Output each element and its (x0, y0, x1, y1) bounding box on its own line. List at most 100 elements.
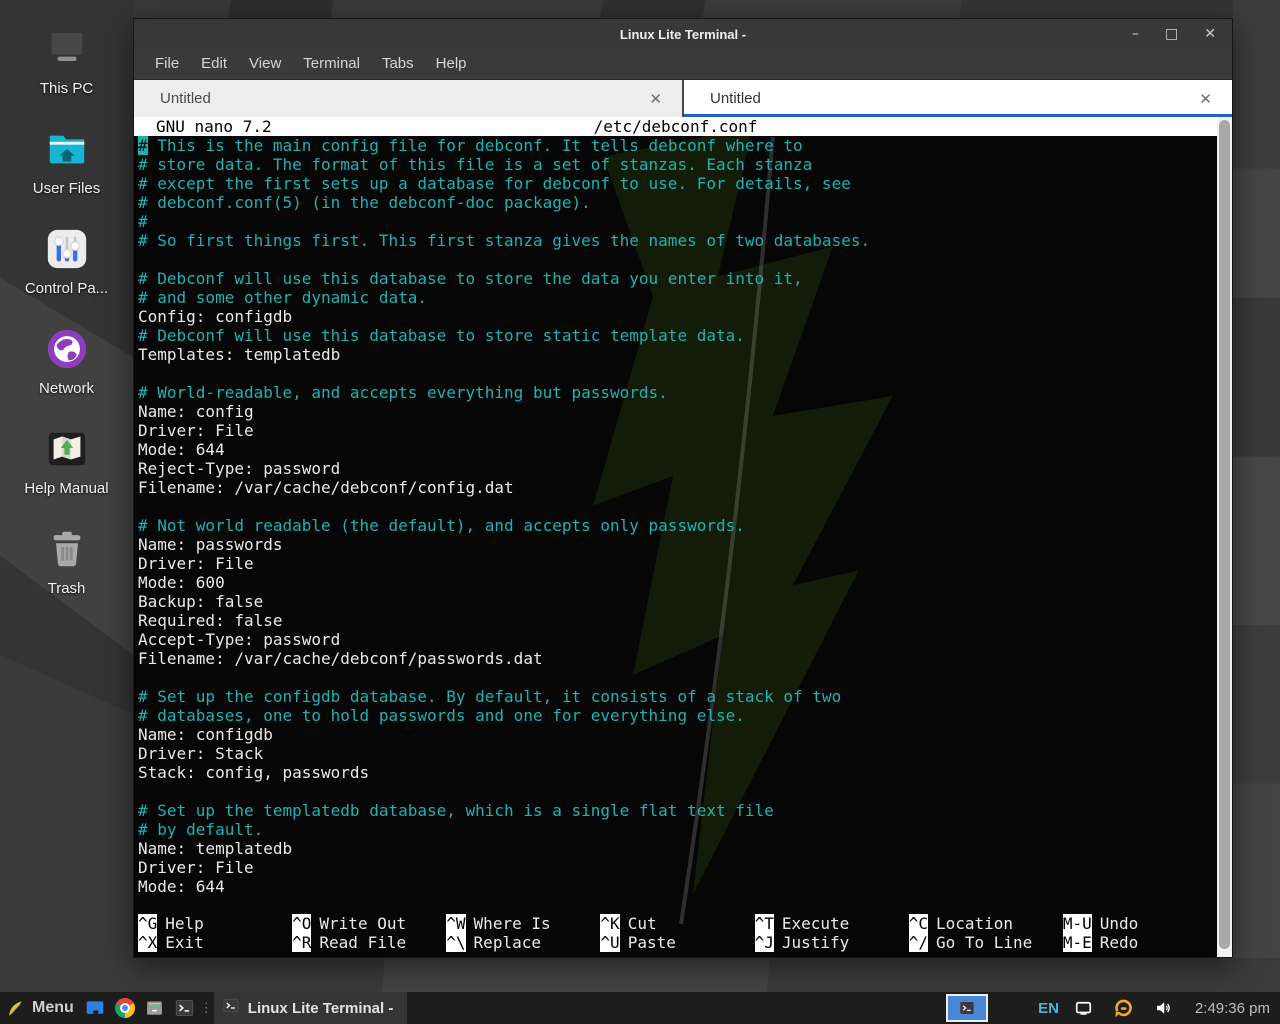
shortcut-label: Write Out (319, 914, 406, 933)
minimize-button[interactable]: – (1132, 19, 1139, 49)
desktop-icon-user-files[interactable]: User Files (7, 126, 127, 197)
scrollbar[interactable] (1217, 117, 1232, 957)
wallpaper-facet (0, 958, 1280, 992)
shortcut-label: Read File (319, 933, 406, 952)
nano-shortcut-exit[interactable]: ^X Exit (138, 933, 292, 952)
nano-shortcut-undo[interactable]: M-UUndo (1063, 914, 1217, 933)
wallpaper-facet (0, 0, 1280, 18)
editor-line: # store data. The format of this file is… (138, 155, 1217, 174)
file-manager-icon[interactable] (140, 992, 170, 1024)
editor-content[interactable]: # This is the main config file for debco… (134, 136, 1217, 896)
menu-item-terminal[interactable]: Terminal (292, 49, 371, 79)
desktop-icon-network[interactable]: Network (7, 326, 127, 397)
clock[interactable]: 2:49:36 pm (1195, 1000, 1270, 1017)
scrollbar-thumb[interactable] (1219, 120, 1230, 949)
window-title: Linux Lite Terminal - (134, 27, 1232, 42)
editor-line: Filename: /var/cache/debconf/config.dat (138, 478, 1217, 497)
maximize-button[interactable]: □ (1165, 19, 1178, 49)
shortcut-key: ^U (600, 933, 619, 952)
nano-shortcut-replace[interactable]: ^\Replace (446, 933, 600, 952)
editor-line: # Set up the configdb database. By defau… (138, 687, 1217, 706)
nano-shortcut-execute[interactable]: ^TExecute (755, 914, 909, 933)
terminal-area[interactable]: GNU nano 7.2 /etc/debconf.conf # This is… (134, 117, 1232, 957)
globe-icon (44, 326, 90, 372)
menu-feather-icon[interactable] (0, 992, 30, 1024)
menu-item-file[interactable]: File (144, 49, 190, 79)
nano-shortcut-bar: ^GHelp^O Write Out ^WWhere Is^KCut^TExecut… (138, 914, 1217, 952)
menu-item-view[interactable]: View (238, 49, 292, 79)
shortcut-key: ^W (446, 914, 465, 933)
editor-line (138, 364, 1217, 383)
nano-shortcut-read-file[interactable]: ^RRead File (292, 933, 446, 952)
editor-line: Driver: Stack (138, 744, 1217, 763)
shortcut-label: Exit (165, 933, 204, 952)
desktop-icon-control-panel[interactable]: Control Pa... (7, 226, 127, 297)
editor-line: # This is the main config file for debco… (138, 136, 1217, 155)
menu-item-tabs[interactable]: Tabs (371, 49, 425, 79)
display-settings-icon[interactable] (1069, 992, 1099, 1024)
desktop: This PC User Files Control Pa... Network Hel… (0, 0, 1280, 1024)
nano-shortcut-go-to-line[interactable]: ^/Go To Line (909, 933, 1063, 952)
desktop-icon-this-pc[interactable]: This PC (7, 26, 127, 97)
trash-icon (44, 526, 90, 572)
desktop-icon-label: Trash (48, 580, 86, 597)
tab-close-icon[interactable]: ✕ (1199, 90, 1212, 108)
shortcut-label: Location (936, 914, 1013, 933)
editor-line (138, 782, 1217, 801)
update-manager-icon[interactable] (1109, 992, 1139, 1024)
nano-shortcut-cut[interactable]: ^KCut (600, 914, 754, 933)
terminal-tab-1[interactable]: Untitled✕ (134, 80, 682, 117)
keyboard-layout-indicator[interactable]: EN (1038, 1000, 1059, 1017)
nano-filename-label: /etc/debconf.conf (134, 117, 1217, 136)
menu-item-edit[interactable]: Edit (190, 49, 238, 79)
tab-label: Untitled (684, 90, 761, 107)
editor-line: Mode: 644 (138, 440, 1217, 459)
editor-line: Mode: 644 (138, 877, 1217, 896)
system-tray: EN 2:49:36 pm (946, 992, 1280, 1024)
nano-shortcut-paste[interactable]: ^UPaste (600, 933, 754, 952)
nano-shortcut-location[interactable]: ^C Location (909, 914, 1063, 933)
nano-shortcut-redo[interactable]: M-E Redo (1063, 933, 1217, 952)
editor-line: # and some other dynamic data. (138, 288, 1217, 307)
editor-line: # Debconf will use this database to stor… (138, 269, 1217, 288)
desktop-pager-icon[interactable] (80, 992, 110, 1024)
nano-shortcut-write-out[interactable]: ^O Write Out (292, 914, 446, 933)
shortcut-key: ^X (138, 933, 157, 952)
menu-item-help[interactable]: Help (425, 49, 478, 79)
shortcut-key: M-E (1063, 933, 1092, 952)
taskbar-handle[interactable]: ⋮⋮ (200, 1000, 214, 1016)
editor-line: # So first things first. This first stan… (138, 231, 1217, 250)
computer-icon (44, 26, 90, 72)
nano-shortcut-justify[interactable]: ^JJustify (755, 933, 909, 952)
desktop-icon-help-manual[interactable]: Help Manual (7, 426, 127, 497)
volume-icon[interactable] (1149, 992, 1179, 1024)
chrome-browser-icon[interactable] (110, 992, 140, 1024)
shortcut-key: ^C (909, 914, 928, 933)
tab-close-icon[interactable]: ✕ (649, 90, 662, 108)
editor-line: # debconf.conf(5) (in the debconf-doc pa… (138, 193, 1217, 212)
shortcut-label: Go To Line (936, 933, 1032, 952)
close-button[interactable]: ✕ (1204, 19, 1216, 49)
nano-shortcut-where-is[interactable]: ^WWhere Is (446, 914, 600, 933)
desktop-icon-label: Control Pa... (25, 280, 108, 297)
shortcut-key: ^\ (446, 933, 465, 952)
folder-home-icon (44, 126, 90, 172)
terminal-launcher-icon[interactable] (170, 992, 200, 1024)
terminal-tab-2[interactable]: Untitled ✕ (682, 80, 1232, 117)
editor-line: Driver: File (138, 554, 1217, 573)
editor-line: Name: config (138, 402, 1217, 421)
window-titlebar[interactable]: Linux Lite Terminal - –□ ✕ (134, 19, 1232, 49)
terminal-window: Linux Lite Terminal - –□ ✕ FileEditViewTe… (133, 18, 1233, 958)
tray-terminal-selector[interactable] (946, 994, 988, 1022)
shortcut-key: ^J (755, 933, 774, 952)
nano-shortcut-help[interactable]: ^GHelp (138, 914, 292, 933)
terminal-window-icon (222, 997, 240, 1019)
menu-button[interactable]: Menu (32, 999, 74, 1017)
desktop-icon-trash[interactable]: Trash (7, 526, 127, 597)
shortcut-label: Redo (1100, 933, 1139, 952)
shortcut-key: ^K (600, 914, 619, 933)
shortcut-label: Execute (782, 914, 849, 933)
desktop-icon-label: This PC (40, 80, 93, 97)
taskbar-window-button[interactable]: Linux Lite Terminal - (214, 992, 408, 1024)
shortcut-key: ^O (292, 914, 311, 933)
